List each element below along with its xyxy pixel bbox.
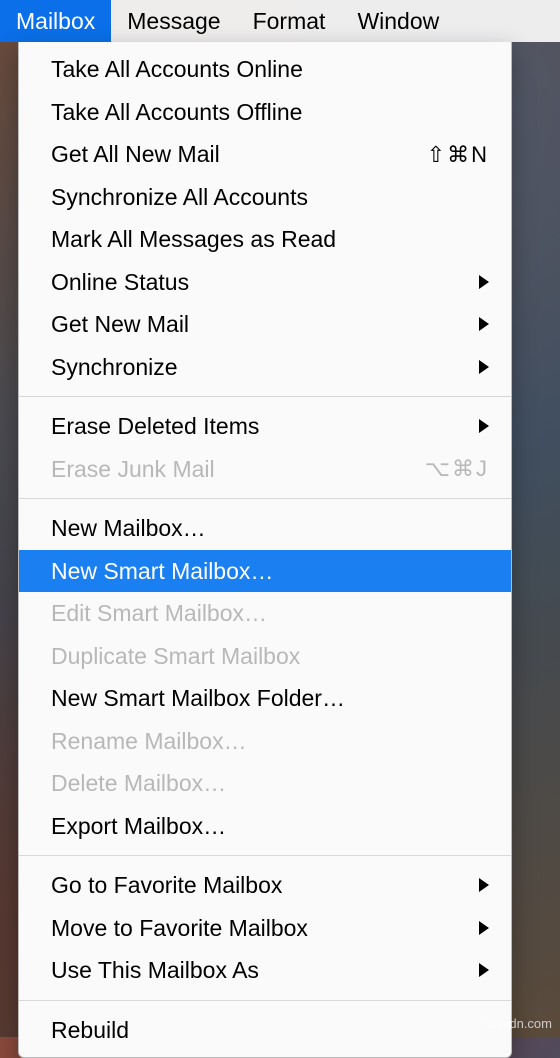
menu-item-label: Synchronize All Accounts bbox=[51, 180, 489, 215]
watermark-text: wsxdn.com bbox=[487, 1016, 552, 1031]
menu-item-label: Move to Favorite Mailbox bbox=[51, 911, 471, 946]
menu-item-rebuild[interactable]: Rebuild bbox=[19, 1009, 511, 1052]
menu-item-label: New Smart Mailbox… bbox=[51, 554, 489, 589]
menu-item-take-all-accounts-online[interactable]: Take All Accounts Online bbox=[19, 48, 511, 91]
menu-item-rename-mailbox: Rename Mailbox… bbox=[19, 720, 511, 763]
menu-item-label: Export Mailbox… bbox=[51, 809, 489, 844]
menu-item-get-all-new-mail[interactable]: Get All New Mail⇧⌘N bbox=[19, 133, 511, 176]
menubar-item-window[interactable]: Window bbox=[341, 0, 455, 42]
menu-item-take-all-accounts-offline[interactable]: Take All Accounts Offline bbox=[19, 91, 511, 134]
menu-item-label: Rename Mailbox… bbox=[51, 724, 489, 759]
submenu-arrow-icon bbox=[479, 275, 489, 289]
menu-item-label: Mark All Messages as Read bbox=[51, 222, 489, 257]
menu-item-label: Use This Mailbox As bbox=[51, 953, 471, 988]
menu-item-label: New Smart Mailbox Folder… bbox=[51, 681, 489, 716]
menu-item-label: New Mailbox… bbox=[51, 511, 489, 546]
menu-item-use-this-mailbox-as[interactable]: Use This Mailbox As bbox=[19, 949, 511, 992]
submenu-arrow-icon bbox=[479, 921, 489, 935]
menu-item-label: Take All Accounts Online bbox=[51, 52, 489, 87]
submenu-arrow-icon bbox=[479, 878, 489, 892]
menubar-label: Message bbox=[127, 8, 220, 35]
menu-item-label: Get New Mail bbox=[51, 307, 471, 342]
menu-item-label: Delete Mailbox… bbox=[51, 766, 489, 801]
submenu-arrow-icon bbox=[479, 360, 489, 374]
menu-item-label: Erase Deleted Items bbox=[51, 409, 471, 444]
menu-item-label: Get All New Mail bbox=[51, 137, 427, 172]
menubar-label: Format bbox=[253, 8, 326, 35]
menu-separator bbox=[19, 855, 511, 856]
menu-item-label: Online Status bbox=[51, 265, 471, 300]
menu-item-duplicate-smart-mailbox: Duplicate Smart Mailbox bbox=[19, 635, 511, 678]
menu-item-erase-deleted-items[interactable]: Erase Deleted Items bbox=[19, 405, 511, 448]
menu-item-label: Duplicate Smart Mailbox bbox=[51, 639, 489, 674]
menu-item-delete-mailbox: Delete Mailbox… bbox=[19, 762, 511, 805]
menu-item-label: Erase Junk Mail bbox=[51, 452, 425, 487]
mailbox-dropdown-menu: Take All Accounts Online Take All Account… bbox=[18, 42, 512, 1058]
menu-item-label: Go to Favorite Mailbox bbox=[51, 868, 471, 903]
menubar-item-message[interactable]: Message bbox=[111, 0, 236, 42]
menu-item-export-mailbox[interactable]: Export Mailbox… bbox=[19, 805, 511, 848]
menu-item-erase-junk-mail: Erase Junk Mail⌥⌘J bbox=[19, 448, 511, 491]
menu-separator bbox=[19, 1000, 511, 1001]
menu-shortcut: ⇧⌘N bbox=[427, 138, 489, 171]
submenu-arrow-icon bbox=[479, 419, 489, 433]
menu-item-new-mailbox[interactable]: New Mailbox… bbox=[19, 507, 511, 550]
menu-item-online-status[interactable]: Online Status bbox=[19, 261, 511, 304]
menu-item-go-to-favorite-mailbox[interactable]: Go to Favorite Mailbox bbox=[19, 864, 511, 907]
menubar-label: Window bbox=[357, 8, 439, 35]
menu-item-new-smart-mailbox[interactable]: New Smart Mailbox… bbox=[19, 550, 511, 593]
menu-item-edit-smart-mailbox: Edit Smart Mailbox… bbox=[19, 592, 511, 635]
menu-item-synchronize-all-accounts[interactable]: Synchronize All Accounts bbox=[19, 176, 511, 219]
menu-item-mark-all-messages-as-read[interactable]: Mark All Messages as Read bbox=[19, 218, 511, 261]
submenu-arrow-icon bbox=[479, 317, 489, 331]
menu-item-label: Synchronize bbox=[51, 350, 471, 385]
menu-item-synchronize[interactable]: Synchronize bbox=[19, 346, 511, 389]
menubar-item-mailbox[interactable]: Mailbox bbox=[0, 0, 111, 42]
menu-item-new-smart-mailbox-folder[interactable]: New Smart Mailbox Folder… bbox=[19, 677, 511, 720]
menu-item-label: Rebuild bbox=[51, 1013, 489, 1048]
submenu-arrow-icon bbox=[479, 963, 489, 977]
menu-item-label: Edit Smart Mailbox… bbox=[51, 596, 489, 631]
menu-item-label: Take All Accounts Offline bbox=[51, 95, 489, 130]
menu-separator bbox=[19, 396, 511, 397]
menu-shortcut: ⌥⌘J bbox=[425, 452, 489, 485]
menu-item-move-to-favorite-mailbox[interactable]: Move to Favorite Mailbox bbox=[19, 907, 511, 950]
menubar-label: Mailbox bbox=[16, 8, 95, 35]
menubar-item-format[interactable]: Format bbox=[237, 0, 342, 42]
menu-separator bbox=[19, 498, 511, 499]
menu-item-get-new-mail[interactable]: Get New Mail bbox=[19, 303, 511, 346]
menubar: Mailbox Message Format Window bbox=[0, 0, 560, 42]
